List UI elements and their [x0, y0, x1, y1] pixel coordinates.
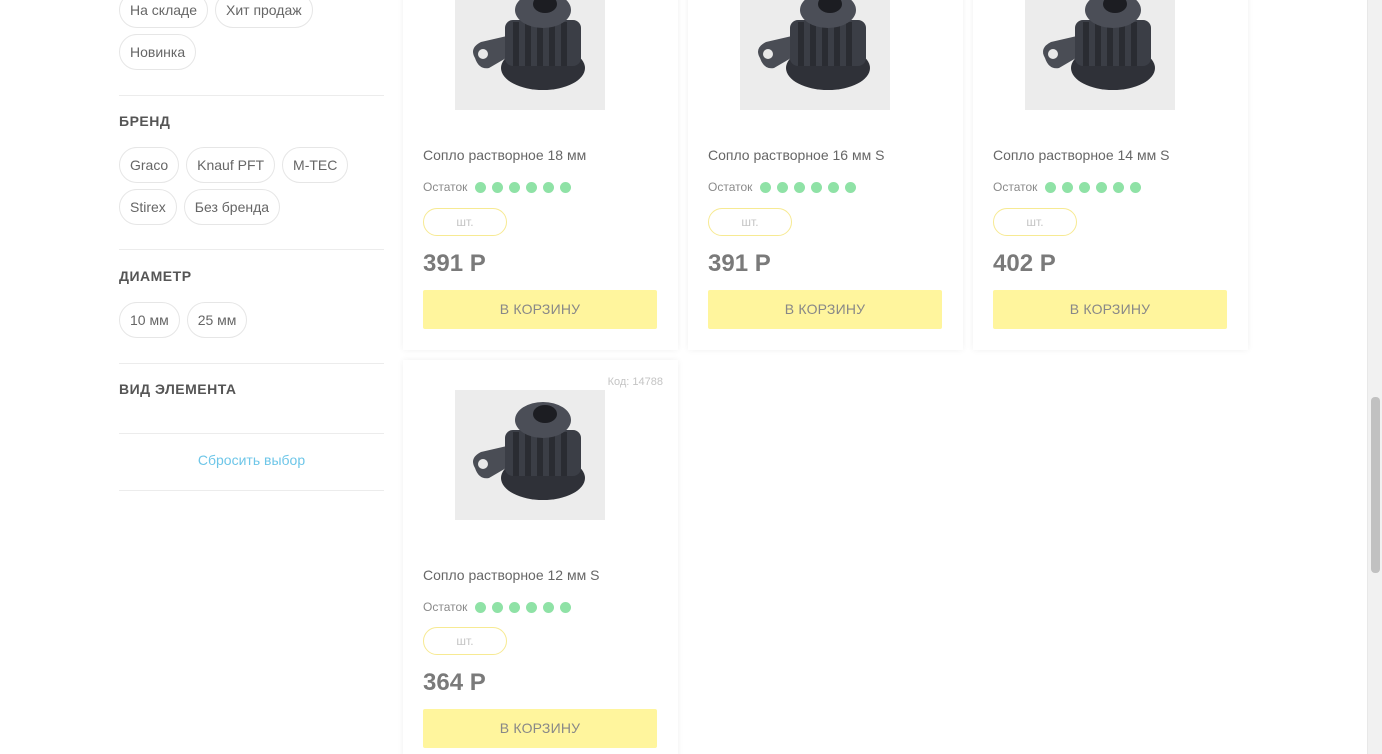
stock-indicator: Остаток: [993, 180, 1142, 194]
stock-label: Остаток: [423, 600, 468, 614]
stock-dots: [760, 181, 857, 193]
product-image[interactable]: [455, 0, 605, 110]
stock-dot: [828, 181, 840, 193]
chip-brand-none[interactable]: Без бренда: [183, 189, 281, 225]
product-price: 364 Р: [423, 669, 486, 696]
divider: [119, 249, 384, 250]
stock-dot: [1096, 181, 1108, 193]
stock-dot: [1045, 181, 1057, 193]
chip-in-stock[interactable]: На складе: [119, 0, 208, 28]
stock-dot: [1079, 181, 1091, 193]
stock-dot: [543, 181, 555, 193]
reset-filters-link[interactable]: Сбросить выбор: [119, 452, 384, 468]
divider: [119, 490, 384, 491]
quantity-input[interactable]: шт.: [708, 208, 792, 236]
brand-chip-row-2: Stirex Без бренда: [119, 189, 282, 225]
stock-label: Остаток: [708, 180, 753, 194]
product-price: 391 Р: [423, 250, 486, 277]
product-price: 402 Р: [993, 250, 1056, 277]
chip-brand-m-tec[interactable]: M-TEC: [282, 147, 349, 183]
stock-dot: [560, 601, 572, 613]
stock-dot: [1130, 181, 1142, 193]
stock-dot: [777, 181, 789, 193]
chip-diameter-10[interactable]: 10 мм: [119, 302, 180, 338]
stock-label: Остаток: [993, 180, 1038, 194]
chip-new[interactable]: Новинка: [119, 34, 197, 70]
stock-dot: [811, 181, 823, 193]
product-image[interactable]: [455, 390, 605, 520]
stock-dot: [845, 181, 857, 193]
chip-diameter-25[interactable]: 25 мм: [186, 302, 248, 338]
divider: [119, 95, 384, 96]
stock-dot: [492, 181, 504, 193]
stock-dot: [526, 601, 538, 613]
brand-chip-row: Graco Knauf PFT M-TEC: [119, 147, 350, 183]
stock-dot: [543, 601, 555, 613]
stock-dot: [760, 181, 772, 193]
product-card: Код: 14788 Сопло растворное 12 мм S Оста…: [403, 360, 678, 754]
add-to-cart-button[interactable]: В КОРЗИНУ: [708, 290, 942, 329]
add-to-cart-button[interactable]: В КОРЗИНУ: [423, 290, 657, 329]
chip-brand-graco[interactable]: Graco: [119, 147, 180, 183]
product-title[interactable]: Сопло растворное 18 мм: [423, 147, 586, 163]
product-code: Код: 14788: [607, 376, 663, 388]
availability-chip-row: На складе Хит продаж: [119, 0, 315, 28]
element-type-section-title[interactable]: ВИД ЭЛЕМЕНТА: [119, 381, 237, 397]
product-title[interactable]: Сопло растворное 12 мм S: [423, 567, 599, 583]
chip-brand-knauf-pft[interactable]: Knauf PFT: [186, 147, 276, 183]
stock-dot: [794, 181, 806, 193]
stock-dot: [475, 601, 487, 613]
product-image[interactable]: [740, 0, 890, 110]
chip-bestseller[interactable]: Хит продаж: [214, 0, 313, 28]
stock-dot: [509, 601, 521, 613]
stock-indicator: Остаток: [708, 180, 857, 194]
scrollbar-thumb[interactable]: [1371, 397, 1380, 573]
divider: [119, 433, 384, 434]
add-to-cart-button[interactable]: В КОРЗИНУ: [993, 290, 1227, 329]
add-to-cart-button[interactable]: В КОРЗИНУ: [423, 709, 657, 748]
stock-dot: [560, 181, 572, 193]
stock-indicator: Остаток: [423, 180, 572, 194]
availability-chip-row-2: Новинка: [119, 34, 198, 70]
stock-dots: [475, 601, 572, 613]
product-title[interactable]: Сопло растворное 16 мм S: [708, 147, 884, 163]
brand-section-title: БРЕНД: [119, 113, 171, 129]
divider: [119, 363, 384, 364]
stock-dot: [526, 181, 538, 193]
product-image[interactable]: [1025, 0, 1175, 110]
stock-dot: [492, 601, 504, 613]
stock-dot: [509, 181, 521, 193]
chip-brand-stirex[interactable]: Stirex: [119, 189, 177, 225]
product-card: Сопло растворное 18 мм Остаток шт. 391 Р…: [403, 0, 678, 350]
page-scrollbar[interactable]: [1367, 0, 1382, 754]
diameter-section-title: ДИАМЕТР: [119, 268, 192, 284]
product-title[interactable]: Сопло растворное 14 мм S: [993, 147, 1169, 163]
stock-label: Остаток: [423, 180, 468, 194]
stock-dots: [1045, 181, 1142, 193]
stock-dot: [475, 181, 487, 193]
product-card: Сопло растворное 16 мм S Остаток шт. 391…: [688, 0, 963, 350]
stock-indicator: Остаток: [423, 600, 572, 614]
product-card: Сопло растворное 14 мм S Остаток шт. 402…: [973, 0, 1248, 350]
stock-dot: [1113, 181, 1125, 193]
stock-dots: [475, 181, 572, 193]
product-price: 391 Р: [708, 250, 771, 277]
quantity-input[interactable]: шт.: [993, 208, 1077, 236]
quantity-input[interactable]: шт.: [423, 208, 507, 236]
diameter-chip-row: 10 мм 25 мм: [119, 302, 249, 338]
stock-dot: [1062, 181, 1074, 193]
quantity-input[interactable]: шт.: [423, 627, 507, 655]
